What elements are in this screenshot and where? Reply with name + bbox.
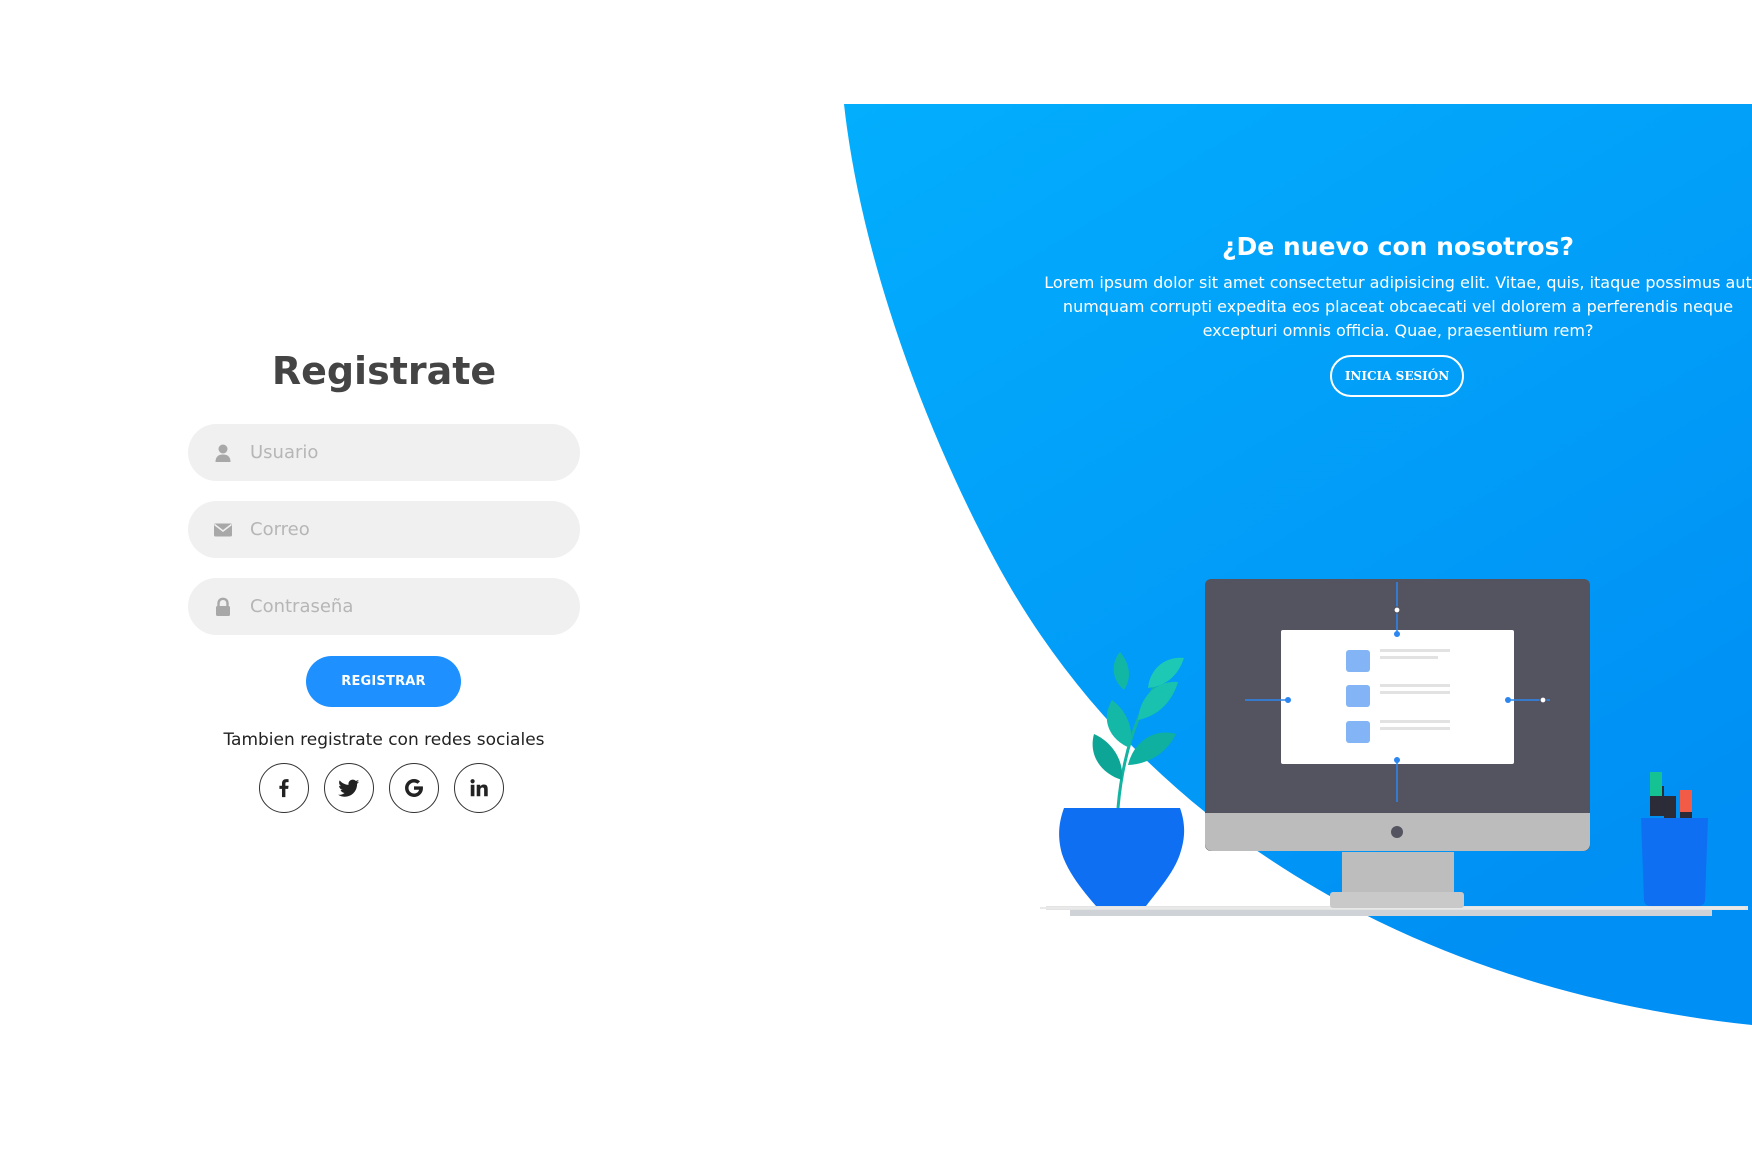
lock-icon [216, 597, 230, 616]
monitor-graphic [1205, 579, 1590, 908]
linkedin-button[interactable] [454, 763, 504, 813]
social-links [259, 763, 504, 815]
page: Registrate REGISTRAR Tambien registrate … [0, 0, 1752, 1160]
twitter-icon [338, 779, 360, 797]
twitter-button[interactable] [324, 763, 374, 813]
google-button[interactable] [389, 763, 439, 813]
desk-illustration [1040, 579, 1748, 916]
username-field[interactable] [188, 424, 580, 481]
welcome-back-panel: ¿De nuevo con nosotros? Lorem ipsum dolo… [1044, 232, 1752, 343]
linkedin-icon [470, 779, 488, 797]
username-input[interactable] [250, 424, 560, 481]
facebook-button[interactable] [259, 763, 309, 813]
panel-title: ¿De nuevo con nosotros? [1221, 232, 1574, 261]
register-button[interactable]: REGISTRAR [306, 656, 461, 707]
panel-description: Lorem ipsum dolor sit amet consectetur a… [1044, 273, 1752, 340]
pen-holder-graphic [1641, 772, 1708, 906]
user-icon [215, 444, 231, 462]
password-input[interactable] [250, 578, 560, 635]
page-title: Registrate [271, 349, 497, 393]
plant-graphic [1059, 652, 1185, 906]
password-field[interactable] [188, 578, 580, 635]
envelope-icon [214, 523, 232, 537]
facebook-icon [279, 779, 289, 798]
email-field[interactable] [188, 501, 580, 558]
email-input[interactable] [250, 501, 560, 558]
google-icon [405, 779, 423, 797]
social-text: Tambien registrate con redes sociales [223, 730, 545, 750]
login-button[interactable]: INICIA SESIÓN [1330, 355, 1464, 397]
